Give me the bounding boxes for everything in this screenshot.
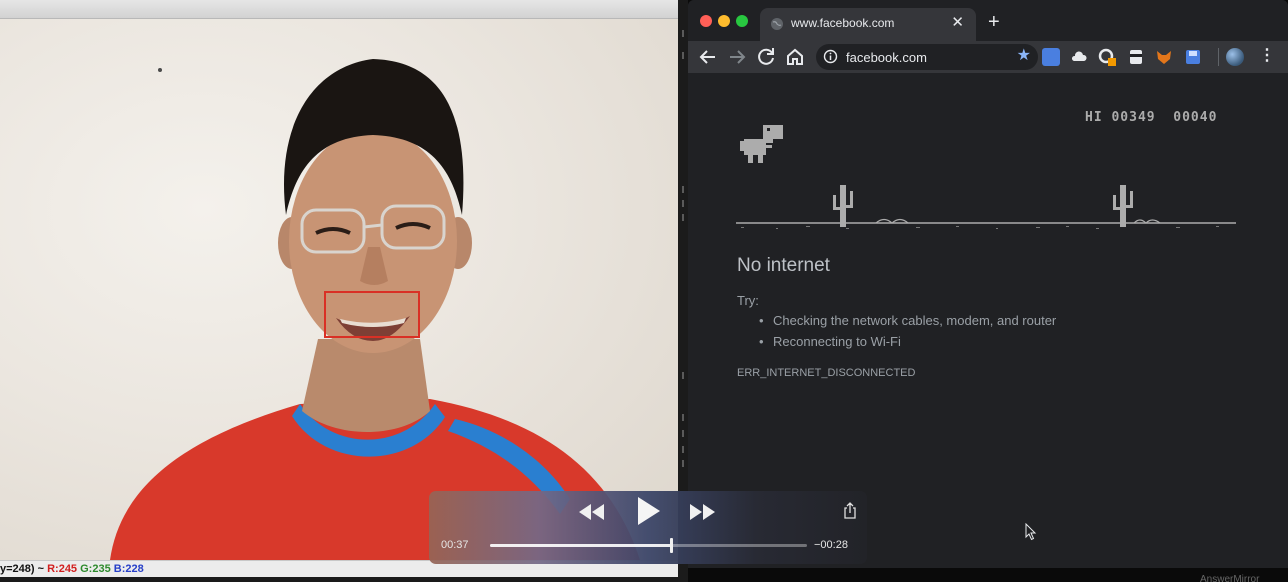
home-icon: [787, 48, 803, 65]
back-button[interactable]: [696, 45, 720, 69]
fast-forward-button[interactable]: [690, 504, 716, 520]
chrome-browser-window: www.facebook.com ✕ + facebook.com ★ ⋮ HI…: [688, 0, 1288, 568]
cloud-extension-icon[interactable]: [1070, 48, 1088, 66]
close-tab-icon[interactable]: ✕: [951, 14, 964, 32]
tab-facebook[interactable]: www.facebook.com ✕: [760, 8, 976, 41]
mouse-pointer-icon: [1025, 523, 1037, 541]
bookmark-star-icon[interactable]: ★: [1017, 47, 1031, 65]
camera-window-edge: [0, 577, 678, 582]
close-window-button[interactable]: [700, 15, 712, 27]
translate-extension-icon[interactable]: [1042, 48, 1060, 66]
cactus-icon: [833, 185, 853, 227]
error-title: No internet: [737, 255, 830, 276]
elapsed-time: 00:37: [441, 539, 469, 551]
red-value: R:245: [47, 563, 78, 575]
save-extension-icon[interactable]: [1184, 48, 1202, 66]
screen: y=248) ~ R:245 G:235 B:228 www.facebook.…: [0, 0, 1288, 582]
arrow-left-icon: [699, 50, 715, 64]
remaining-time: −00:28: [814, 539, 848, 551]
address-bar[interactable]: facebook.com ★: [816, 44, 1038, 70]
toolbar-separator: [1218, 48, 1219, 66]
desktop-strip: [688, 568, 1288, 582]
globe-icon: [771, 18, 783, 30]
dino-game-canvas[interactable]: [736, 121, 1236, 231]
tab-title: www.facebook.com: [791, 16, 895, 30]
error-code: ERR_INTERNET_DISCONNECTED: [737, 367, 916, 379]
ninja-extension-icon[interactable]: [1127, 48, 1145, 66]
try-label: Try:: [737, 293, 759, 308]
blue-value: B:228: [113, 563, 144, 575]
minimize-window-button[interactable]: [718, 15, 730, 27]
profile-avatar[interactable]: [1226, 48, 1244, 66]
media-player-controls: 00:37 −00:28: [429, 491, 867, 564]
cactus-icon: [1113, 185, 1133, 227]
home-button[interactable]: [783, 45, 807, 69]
tab-strip: www.facebook.com ✕ +: [688, 0, 1288, 41]
new-tab-button[interactable]: +: [988, 11, 1000, 33]
camera-titlebar[interactable]: [0, 0, 678, 19]
arrow-right-icon: [730, 50, 746, 64]
scrubber-handle[interactable]: [669, 538, 673, 553]
rewind-button[interactable]: [579, 504, 605, 520]
browser-toolbar: facebook.com ★ ⋮: [688, 41, 1288, 73]
suggestion-list: Checking the network cables, modem, and …: [737, 313, 1056, 354]
forward-button[interactable]: [725, 45, 749, 69]
play-button[interactable]: [637, 497, 661, 525]
camera-feed: [0, 19, 678, 560]
scrubber-progress: [490, 544, 671, 547]
fox-extension-icon[interactable]: [1155, 48, 1173, 66]
list-item: Checking the network cables, modem, and …: [737, 313, 1056, 334]
url-text: facebook.com: [846, 50, 927, 65]
sync-extension-icon[interactable]: [1098, 48, 1116, 66]
dino-icon: [740, 125, 783, 163]
scrubber-track[interactable]: [490, 538, 807, 553]
coordinate-readout: y=248) ~: [0, 563, 48, 575]
list-item: Reconnecting to Wi-Fi: [737, 334, 1056, 355]
zoom-window-button[interactable]: [736, 15, 748, 27]
chrome-menu-icon[interactable]: ⋮: [1259, 46, 1275, 66]
share-icon[interactable]: [843, 502, 857, 519]
reload-icon: [758, 48, 774, 65]
webcam-frame-image: [110, 59, 640, 560]
reload-button[interactable]: [754, 45, 778, 69]
watermark: AnswerMirror: [1200, 574, 1260, 582]
mouth-detection-box: [324, 291, 420, 338]
info-icon[interactable]: [823, 49, 838, 64]
green-value: G:235: [80, 563, 111, 575]
